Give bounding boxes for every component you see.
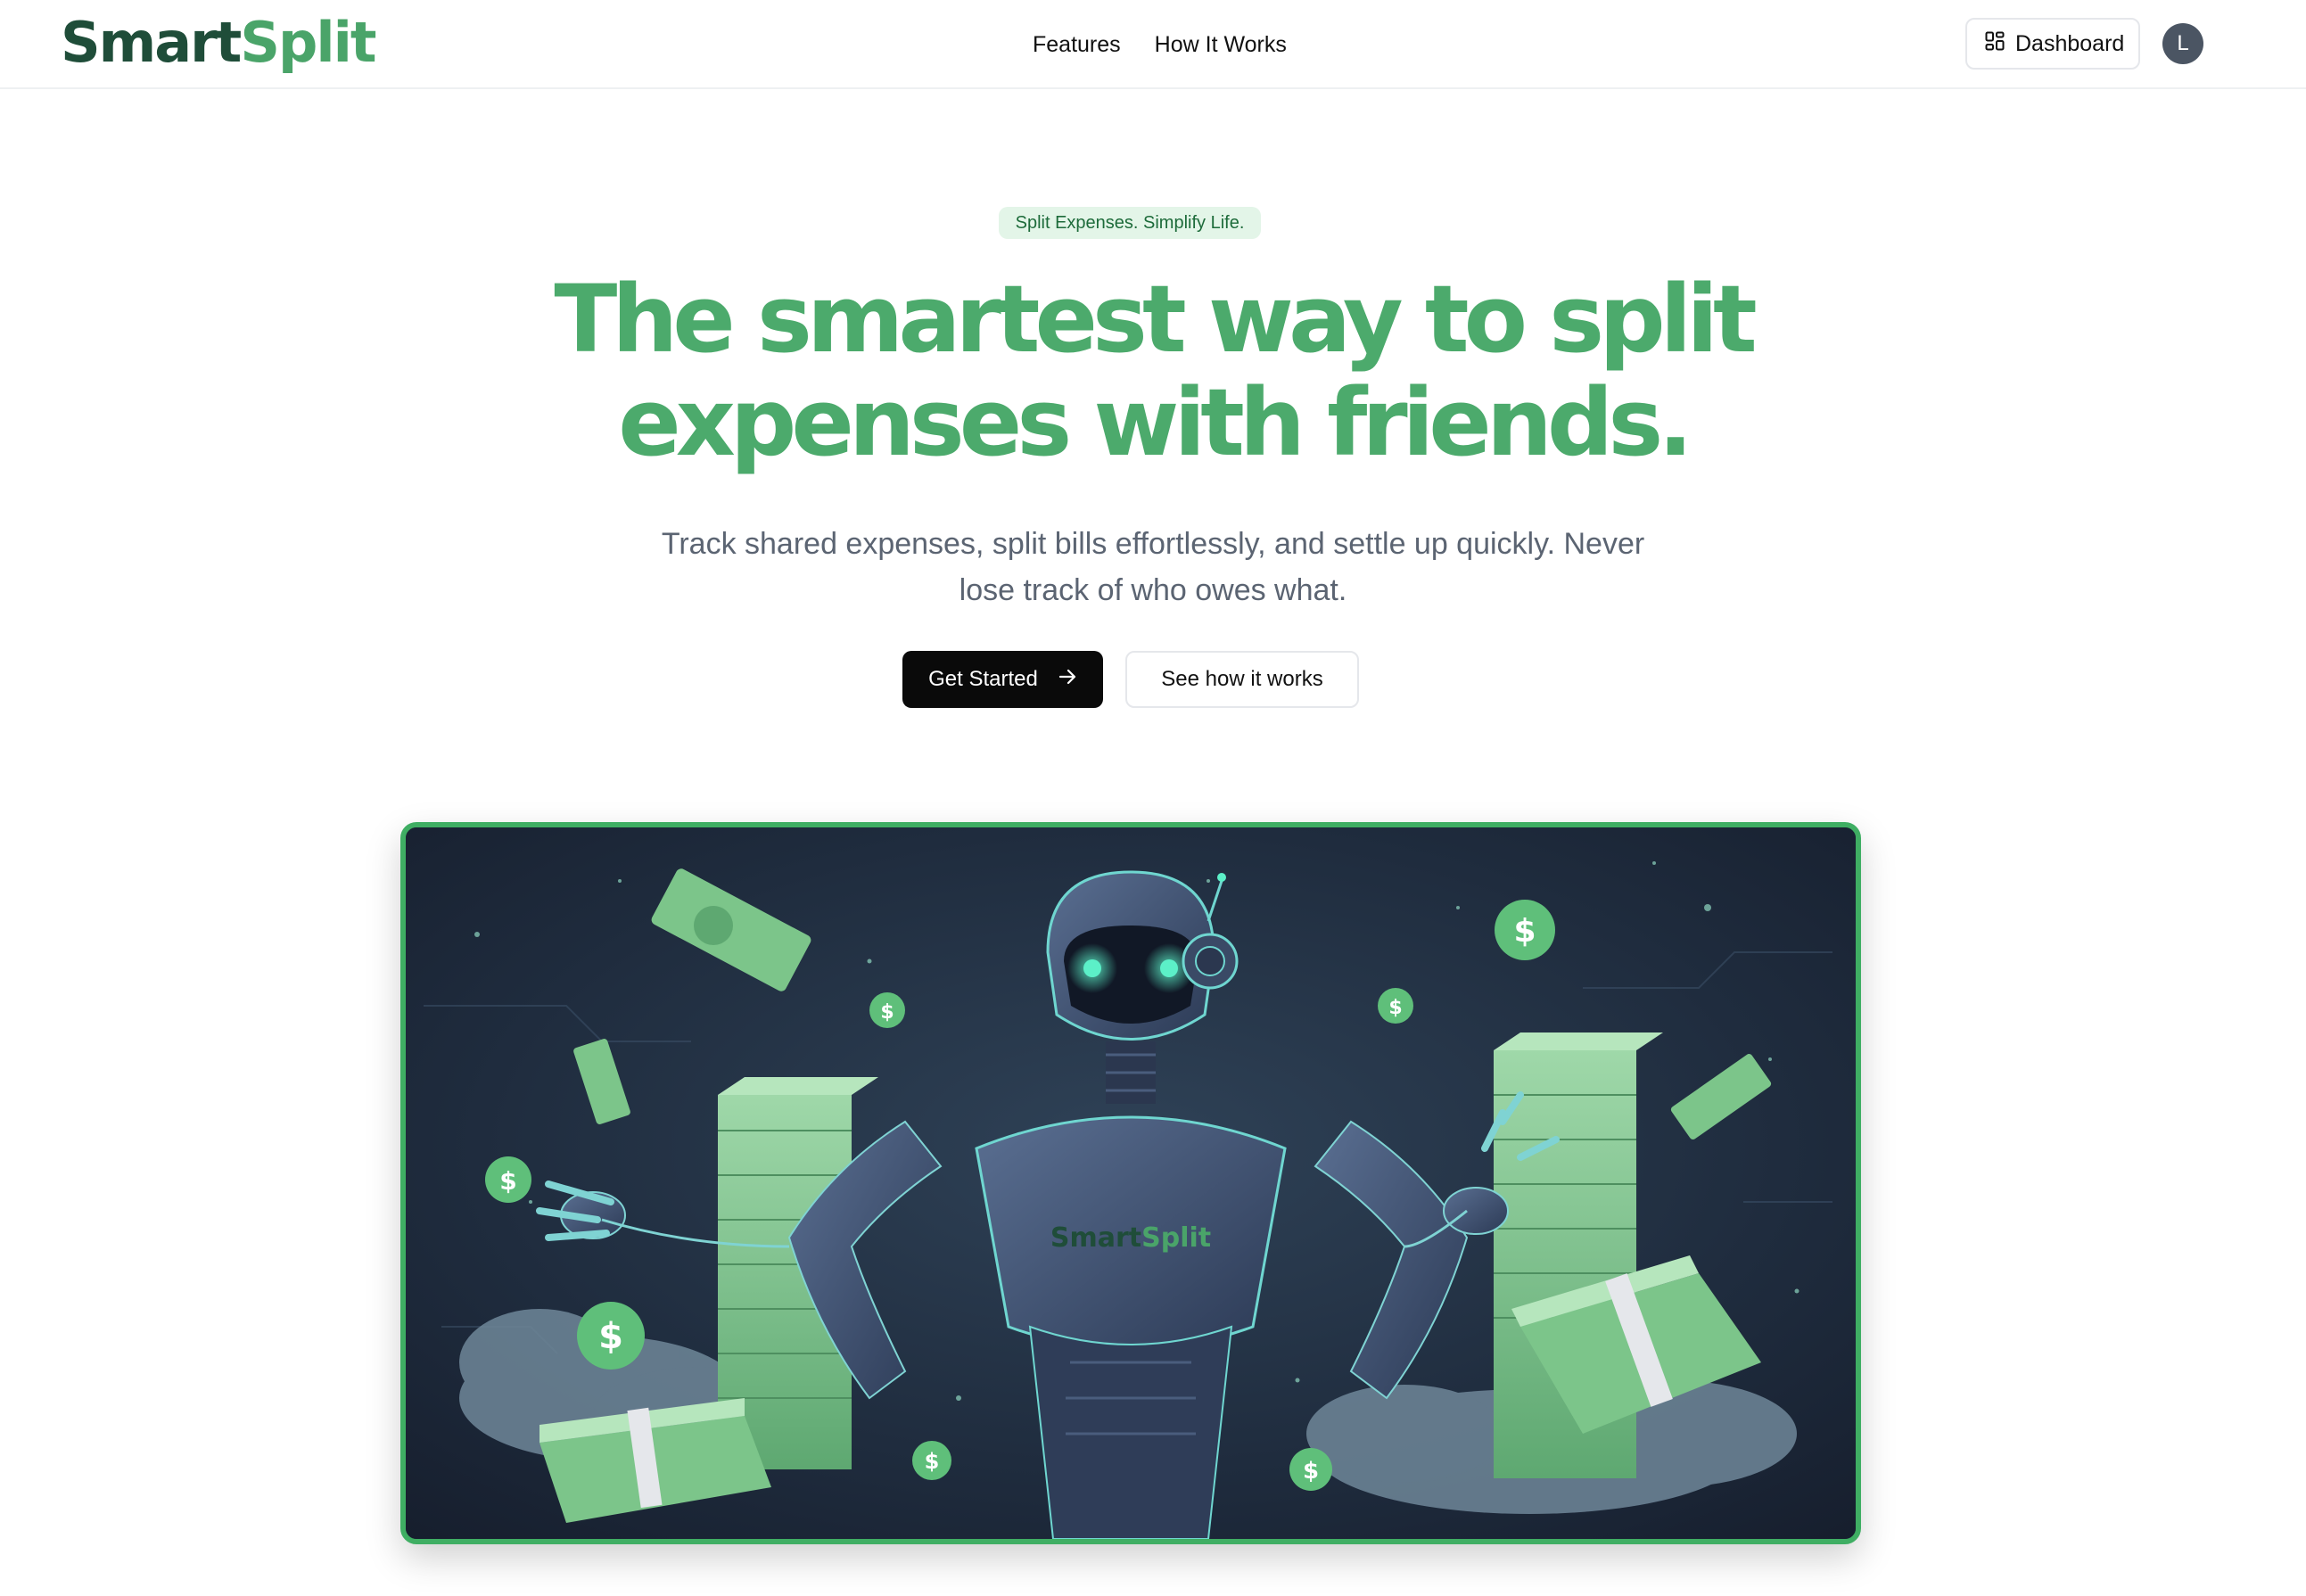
svg-text:$: $ — [1303, 1458, 1319, 1485]
hero-subtitle-line1: Track shared expenses, split bills effor… — [661, 527, 1645, 561]
svg-text:$: $ — [499, 1166, 516, 1196]
coin: $ — [1378, 988, 1413, 1024]
hero-subtitle-line2: lose track of who owes what. — [959, 573, 1347, 607]
coin: $ — [869, 992, 905, 1028]
grid-icon — [1985, 31, 2005, 57]
get-started-button[interactable]: Get Started — [902, 651, 1103, 708]
coin: $ — [577, 1302, 645, 1370]
svg-text:$: $ — [880, 1001, 894, 1024]
svg-text:$: $ — [1388, 997, 1402, 1019]
coin: $ — [1495, 900, 1555, 960]
logo-part-split: Split — [240, 10, 376, 75]
hero-badge: Split Expenses. Simplify Life. — [999, 207, 1261, 239]
nav-link-features[interactable]: Features — [1033, 27, 1121, 62]
logo[interactable]: SmartSplit — [61, 10, 377, 75]
hero-subtitle: Track shared expenses, split bills effor… — [573, 521, 1733, 613]
dashboard-button[interactable]: Dashboard — [1965, 18, 2140, 70]
coin: $ — [912, 1441, 951, 1480]
see-how-it-works-button[interactable]: See how it works — [1125, 651, 1359, 708]
svg-text:$: $ — [598, 1316, 623, 1357]
chest-logo: SmartSplit — [1050, 1222, 1211, 1254]
coin: $ — [1289, 1448, 1332, 1491]
hero-illustration: $ $ $ $ $ $ $ SmartSplit — [400, 822, 1861, 1544]
arrow-right-icon — [1058, 667, 1077, 693]
top-nav: SmartSplit Features How It Works Dashboa… — [0, 0, 2306, 89]
hero-headline: The smartest way to split expenses with … — [350, 267, 1956, 474]
robot-money-illustration: $ $ $ $ $ $ $ SmartSplit — [406, 827, 1856, 1539]
get-started-label: Get Started — [928, 667, 1038, 691]
svg-text:$: $ — [925, 1449, 940, 1474]
nav-links: Features How It Works — [1033, 27, 1287, 62]
logo-part-smart: Smart — [61, 10, 242, 75]
nav-link-how-it-works[interactable]: How It Works — [1155, 27, 1287, 62]
svg-text:$: $ — [1513, 913, 1536, 950]
dashboard-button-label: Dashboard — [2015, 30, 2125, 56]
hero-headline-line1: The smartest way to split — [554, 265, 1757, 374]
avatar[interactable]: L — [2162, 23, 2203, 64]
hero-headline-line2: expenses with friends. — [618, 368, 1692, 477]
coin: $ — [485, 1156, 531, 1203]
